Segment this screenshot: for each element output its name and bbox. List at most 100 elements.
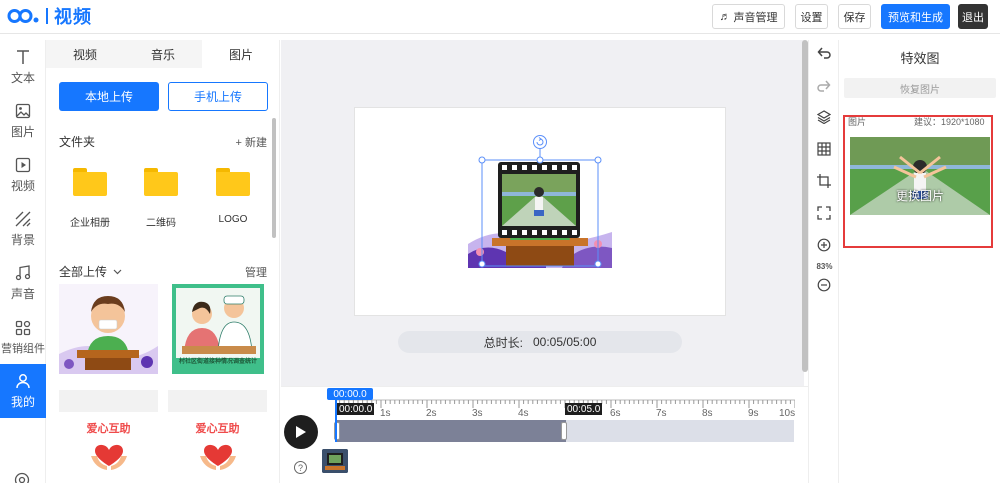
effect-title: 特效图 <box>900 51 940 66</box>
playhead-line[interactable] <box>335 400 337 442</box>
sound-management-label: 声音管理 <box>733 11 778 24</box>
tick-label: 4s <box>518 408 529 419</box>
tick-label: 3s <box>472 408 483 419</box>
exit-button[interactable]: 退出 <box>958 4 988 29</box>
replace-image-label[interactable]: 更换图片 <box>850 187 990 204</box>
folder-item[interactable]: 企业相册 <box>60 168 120 229</box>
tab-music[interactable]: 音乐 <box>124 40 202 68</box>
timeline-clip[interactable] <box>336 420 566 442</box>
thumbnail-title: 爱心互助 <box>86 422 131 435</box>
grid-icon[interactable] <box>815 140 833 158</box>
text-icon <box>14 48 32 66</box>
image-thumbnail[interactable]: 爱心互助 <box>168 412 267 483</box>
sound-management-button[interactable]: ♬ 声音管理 <box>712 4 785 29</box>
clip-preview <box>322 449 348 473</box>
zoom-in-icon[interactable] <box>815 236 833 254</box>
folder-item[interactable]: LOGO <box>203 168 263 225</box>
top-bar: 视频 ♬ 声音管理 设置 保存 预览和生成 退出 <box>0 0 1000 34</box>
tick-label: 7s <box>656 408 667 419</box>
thumbnail-caption: 村社区街道接种情况调查统计 <box>178 359 257 365</box>
infinity-logo-icon <box>7 9 39 23</box>
effect-image[interactable]: 更换图片 <box>850 137 990 215</box>
thumbnail-footer <box>168 390 267 412</box>
rail-label-background: 背景 <box>10 233 35 247</box>
rail-item-mine[interactable]: 我的 <box>0 364 46 418</box>
rail-label-image: 图片 <box>10 125 35 139</box>
left-nav-rail: 文本 图片 视频 背景 声音 营销组件 我的 <box>0 40 46 483</box>
folder-item[interactable]: 二维码 <box>131 168 191 229</box>
rail-label-sound: 声音 <box>10 287 35 301</box>
rail-item-video[interactable]: 视频 <box>0 148 46 202</box>
playhead-time[interactable]: 00:00.0 <box>327 388 373 400</box>
tab-image[interactable]: 图片 <box>202 40 279 68</box>
end-time-pill: 00:05.0 <box>565 403 603 415</box>
start-time-pill: 00:00.0 <box>337 403 375 415</box>
image-icon <box>14 102 32 120</box>
new-folder-button[interactable]: + 新建 <box>236 134 267 150</box>
logo-divider <box>46 8 48 24</box>
layers-icon[interactable] <box>815 108 833 126</box>
student-illustration <box>59 284 158 374</box>
timeline-help-icon[interactable]: ? <box>294 461 307 474</box>
thumbnail-title: 爱心互助 <box>195 422 240 435</box>
phone-upload-button[interactable]: 手机上传 <box>168 82 268 111</box>
widgets-icon <box>14 319 32 337</box>
user-icon <box>14 372 32 390</box>
save-button[interactable]: 保存 <box>838 4 871 29</box>
video-icon <box>14 156 32 174</box>
heart-hands-icon <box>200 444 236 470</box>
folder-icon <box>144 168 178 196</box>
rail-label-video: 视频 <box>10 179 35 193</box>
canvas-composition[interactable] <box>466 134 614 272</box>
duration-label: 总时长: <box>483 335 523 350</box>
thumbnail-footer <box>59 390 158 412</box>
zoom-out-icon[interactable] <box>815 276 833 294</box>
preview-generate-button[interactable]: 预览和生成 <box>881 4 950 29</box>
tab-video[interactable]: 视频 <box>46 40 124 68</box>
clip-thumbnail[interactable] <box>322 449 348 473</box>
folders-title: 文件夹 <box>59 135 96 149</box>
manage-button[interactable]: 管理 <box>245 264 267 280</box>
folder-label: LOGO <box>218 214 248 225</box>
tick-label: 10s <box>779 408 796 419</box>
clip-end-handle[interactable] <box>561 422 567 440</box>
folder-icon <box>216 168 250 196</box>
rail-item-background[interactable]: 背景 <box>0 202 46 256</box>
play-button[interactable] <box>284 415 318 449</box>
local-upload-button[interactable]: 本地上传 <box>59 82 159 111</box>
asset-tabs: 视频 音乐 图片 <box>46 40 279 68</box>
chevron-down-icon <box>113 269 122 274</box>
image-thumbnail[interactable] <box>59 284 158 374</box>
fullscreen-icon[interactable] <box>815 204 833 222</box>
rail-label-text: 文本 <box>10 71 35 85</box>
asset-panel: 视频 音乐 图片 本地上传 手机上传 文件夹 + 新建 企业相册 二维码 LOG… <box>46 40 280 483</box>
folder-icon <box>73 168 107 196</box>
music-note-icon: ♬ <box>719 10 731 23</box>
rail-item-image[interactable]: 图片 <box>0 94 46 148</box>
image-thumbnail[interactable]: 村社区街道接种情况调查统计 <box>172 284 271 374</box>
panel-scrollbar[interactable] <box>272 118 276 238</box>
help-icon[interactable] <box>14 472 32 483</box>
image-thumbnail[interactable]: 爱心互助 <box>59 412 158 483</box>
folder-label: 二维码 <box>146 218 176 229</box>
tick-label: 2s <box>426 408 437 419</box>
uploads-filter[interactable]: 全部上传 <box>59 263 122 280</box>
tick-label: 9s <box>748 408 759 419</box>
tick-label: 8s <box>702 408 713 419</box>
tick-label: 6s <box>610 408 621 419</box>
restore-image-button[interactable]: 恢复图片 <box>844 78 996 98</box>
redo-icon[interactable] <box>815 77 833 95</box>
app-logo[interactable]: 视频 <box>6 5 92 27</box>
folder-label: 企业相册 <box>70 218 110 229</box>
uploads-filter-label: 全部上传 <box>59 265 108 279</box>
logo-text: 视频 <box>54 7 92 27</box>
crop-icon[interactable] <box>815 172 833 190</box>
duration-value: 00:05/05:00 <box>532 335 597 349</box>
rail-item-marketing[interactable]: 营销组件 <box>0 310 46 364</box>
rail-item-text[interactable]: 文本 <box>0 40 46 94</box>
play-icon <box>296 426 306 438</box>
zoom-level: 83% <box>816 262 833 271</box>
undo-icon[interactable] <box>815 44 833 62</box>
settings-button[interactable]: 设置 <box>795 4 828 29</box>
rail-item-sound[interactable]: 声音 <box>0 256 46 310</box>
